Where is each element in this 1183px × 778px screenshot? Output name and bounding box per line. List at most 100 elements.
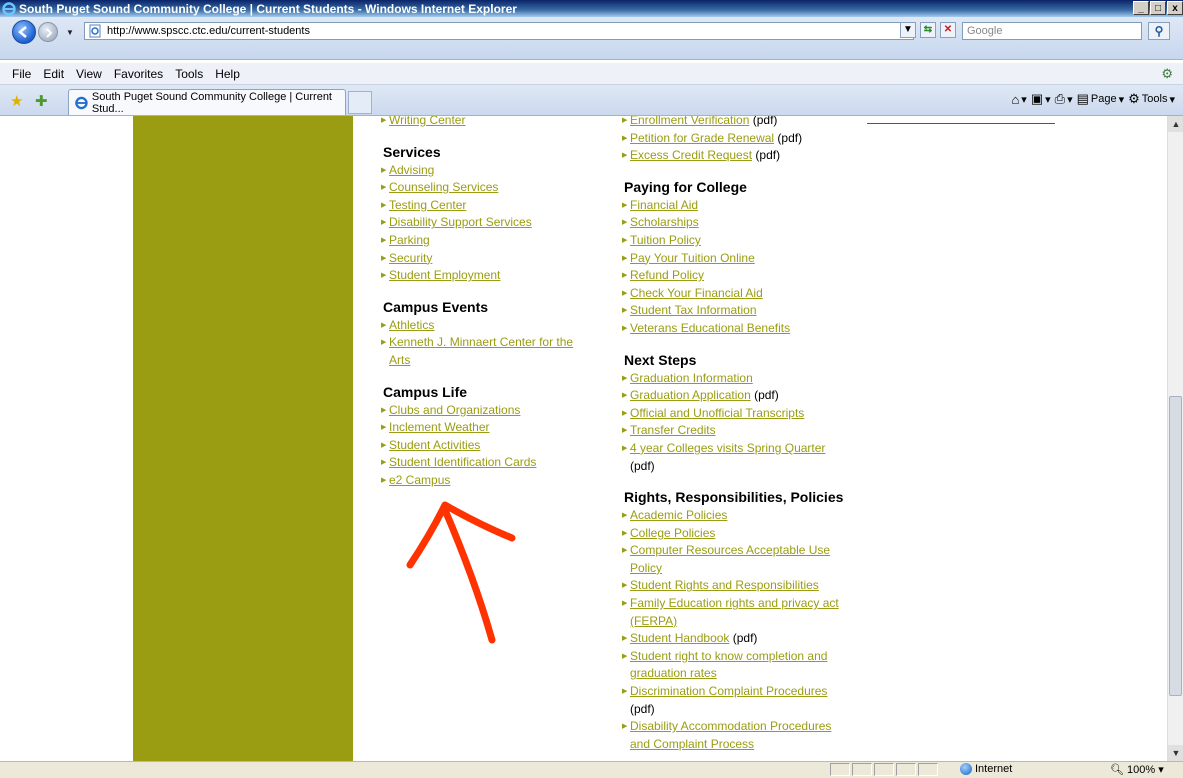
file-type-label: (pdf) [749, 116, 778, 127]
address-field[interactable]: http://www.spscc.ctc.edu/current-student… [84, 22, 914, 40]
page-menu-button[interactable]: ▤ Page ▾ [1077, 91, 1125, 107]
forward-button[interactable] [38, 22, 58, 42]
nav-link[interactable]: Tuition Policy [630, 233, 701, 247]
file-type-label: (pdf) [729, 631, 758, 646]
nav-link[interactable]: Graduation Application [630, 388, 751, 402]
feeds-button[interactable]: ▣ ▾ [1031, 91, 1051, 107]
search-input[interactable]: Google [962, 22, 1142, 40]
tools-menu-button[interactable]: ⚙ Tools ▾ [1128, 91, 1175, 107]
back-button[interactable] [12, 20, 36, 44]
nav-link[interactable]: Clubs and Organizations [389, 403, 520, 417]
scroll-thumb[interactable] [1169, 396, 1182, 696]
nav-link[interactable]: Student Handbook [630, 631, 729, 645]
nav-link[interactable]: Pay Your Tuition Online [630, 251, 755, 265]
nav-link[interactable]: Security [389, 251, 432, 265]
nav-link[interactable]: Scholarships [630, 215, 699, 229]
menu-tools[interactable]: Tools [169, 67, 209, 81]
nav-link[interactable]: Official and Unofficial Transcripts [630, 406, 804, 420]
nav-link[interactable]: Student right to know completion and gra… [630, 649, 827, 681]
list-item: ▶ College Policies [620, 525, 845, 543]
list-item: ▶ Graduation Information [620, 370, 845, 388]
stop-icon[interactable]: ✕ [940, 22, 956, 38]
nav-link[interactable]: Writing Center [389, 116, 465, 127]
nav-link[interactable]: Academic Policies [630, 508, 727, 522]
window-title-bar: South Puget Sound Community College | Cu… [0, 0, 1183, 17]
scroll-down-icon[interactable]: ▼ [1168, 745, 1183, 761]
nav-link[interactable]: Computer Resources Acceptable Use Policy [630, 543, 830, 575]
refresh-icon[interactable]: ⇆ [920, 22, 936, 38]
nav-link[interactable]: Student Identification Cards [389, 455, 536, 469]
nav-link[interactable]: Enrollment Verification [630, 116, 749, 127]
vertical-scrollbar[interactable]: ▲ ▼ [1167, 116, 1183, 761]
list-item: ▶ e2 Campus [379, 472, 594, 490]
divider-line [867, 123, 1055, 124]
scroll-up-icon[interactable]: ▲ [1168, 116, 1183, 132]
menu-help[interactable]: Help [209, 67, 246, 81]
nav-link[interactable]: Refund Policy [630, 268, 704, 282]
favorites-star-icon[interactable]: ★ [10, 92, 23, 110]
menu-file[interactable]: File [0, 67, 37, 81]
nav-link[interactable]: Kenneth J. Minnaert Center for the Arts [389, 335, 573, 367]
address-dropdown-button[interactable]: ▼ [900, 22, 916, 38]
bullet-icon: ▶ [622, 547, 628, 555]
nav-link[interactable]: Student Employment [389, 268, 500, 282]
bullet-icon: ▶ [622, 272, 628, 280]
bullet-icon: ▶ [622, 723, 628, 731]
list-item: ▶ Student Identification Cards [379, 454, 594, 472]
list-item: ▶ Advising [379, 162, 594, 180]
globe-icon [960, 763, 972, 775]
menu-view[interactable]: View [70, 67, 108, 81]
add-favorites-icon[interactable]: ✚ [35, 92, 48, 110]
list-item: ▶ Academic Policies [620, 507, 845, 525]
history-dropdown-icon[interactable]: ▼ [66, 28, 74, 37]
menu-favorites[interactable]: Favorites [108, 67, 169, 81]
nav-link[interactable]: Veterans Educational Benefits [630, 321, 790, 335]
zoom-control[interactable]: 🔍︎ 100% ▾ [1110, 763, 1164, 776]
security-zone[interactable]: Internet [960, 763, 1012, 775]
list-item: ▶ Student Handbook (pdf) [620, 630, 845, 648]
nav-link[interactable]: Advising [389, 163, 434, 177]
new-tab-button[interactable] [348, 91, 372, 114]
nav-link[interactable]: Financial Aid [630, 198, 698, 212]
nav-link[interactable]: Excess Credit Request [630, 148, 752, 162]
nav-link[interactable]: Student Tax Information [630, 303, 757, 317]
nav-link[interactable]: Transfer Credits [630, 423, 716, 437]
home-button[interactable]: ⌂ ▾ [1011, 92, 1026, 107]
nav-link[interactable]: Counseling Services [389, 180, 498, 194]
maximize-button[interactable]: □ [1150, 1, 1166, 15]
list-item: ▶ Student Rights and Responsibilities [620, 577, 845, 595]
nav-link[interactable]: e2 Campus [389, 473, 450, 487]
bullet-icon: ▶ [622, 392, 628, 400]
tab-bar: ★ ✚ South Puget Sound Community College … [0, 85, 1183, 116]
menu-edit[interactable]: Edit [37, 67, 70, 81]
list-item: ▶ Writing Center [379, 116, 594, 130]
nav-link[interactable]: 4 year Colleges visits Spring Quarter [630, 441, 825, 455]
nav-link[interactable]: Athletics [389, 318, 434, 332]
minimize-button[interactable]: _ [1133, 1, 1149, 15]
nav-link[interactable]: Student Rights and Responsibilities [630, 578, 819, 592]
bullet-icon: ▶ [622, 582, 628, 590]
bullet-icon: ▶ [622, 652, 628, 660]
nav-link[interactable]: Student Activities [389, 438, 480, 452]
nav-link[interactable]: Disability Support Services [389, 215, 532, 229]
close-button[interactable]: x [1167, 1, 1183, 15]
toolbar-addon-icon[interactable]: ⚙ [1161, 66, 1173, 82]
nav-link[interactable]: Family Education rights and privacy act … [630, 596, 839, 628]
nav-link[interactable]: Graduation Information [630, 371, 753, 385]
address-url: http://www.spscc.ctc.edu/current-student… [107, 25, 310, 37]
search-icon[interactable]: ⚲ [1148, 22, 1170, 40]
back-arrow-icon [18, 26, 27, 38]
nav-link[interactable]: Check Your Financial Aid [630, 286, 763, 300]
print-button[interactable]: ⎙ ▾ [1055, 91, 1073, 107]
bullet-icon: ▶ [622, 444, 628, 452]
nav-link[interactable]: College Policies [630, 526, 715, 540]
nav-link[interactable]: Parking [389, 233, 430, 247]
nav-link[interactable]: Discrimination Complaint Procedures [630, 684, 827, 698]
bullet-icon: ▶ [381, 254, 387, 262]
forward-arrow-icon [46, 28, 53, 38]
nav-link[interactable]: Inclement Weather [389, 420, 490, 434]
nav-link[interactable]: Disability Accommodation Procedures and … [630, 719, 831, 751]
nav-link[interactable]: Petition for Grade Renewal [630, 131, 774, 145]
tab-current-students[interactable]: South Puget Sound Community College | Cu… [68, 89, 346, 115]
nav-link[interactable]: Testing Center [389, 198, 466, 212]
